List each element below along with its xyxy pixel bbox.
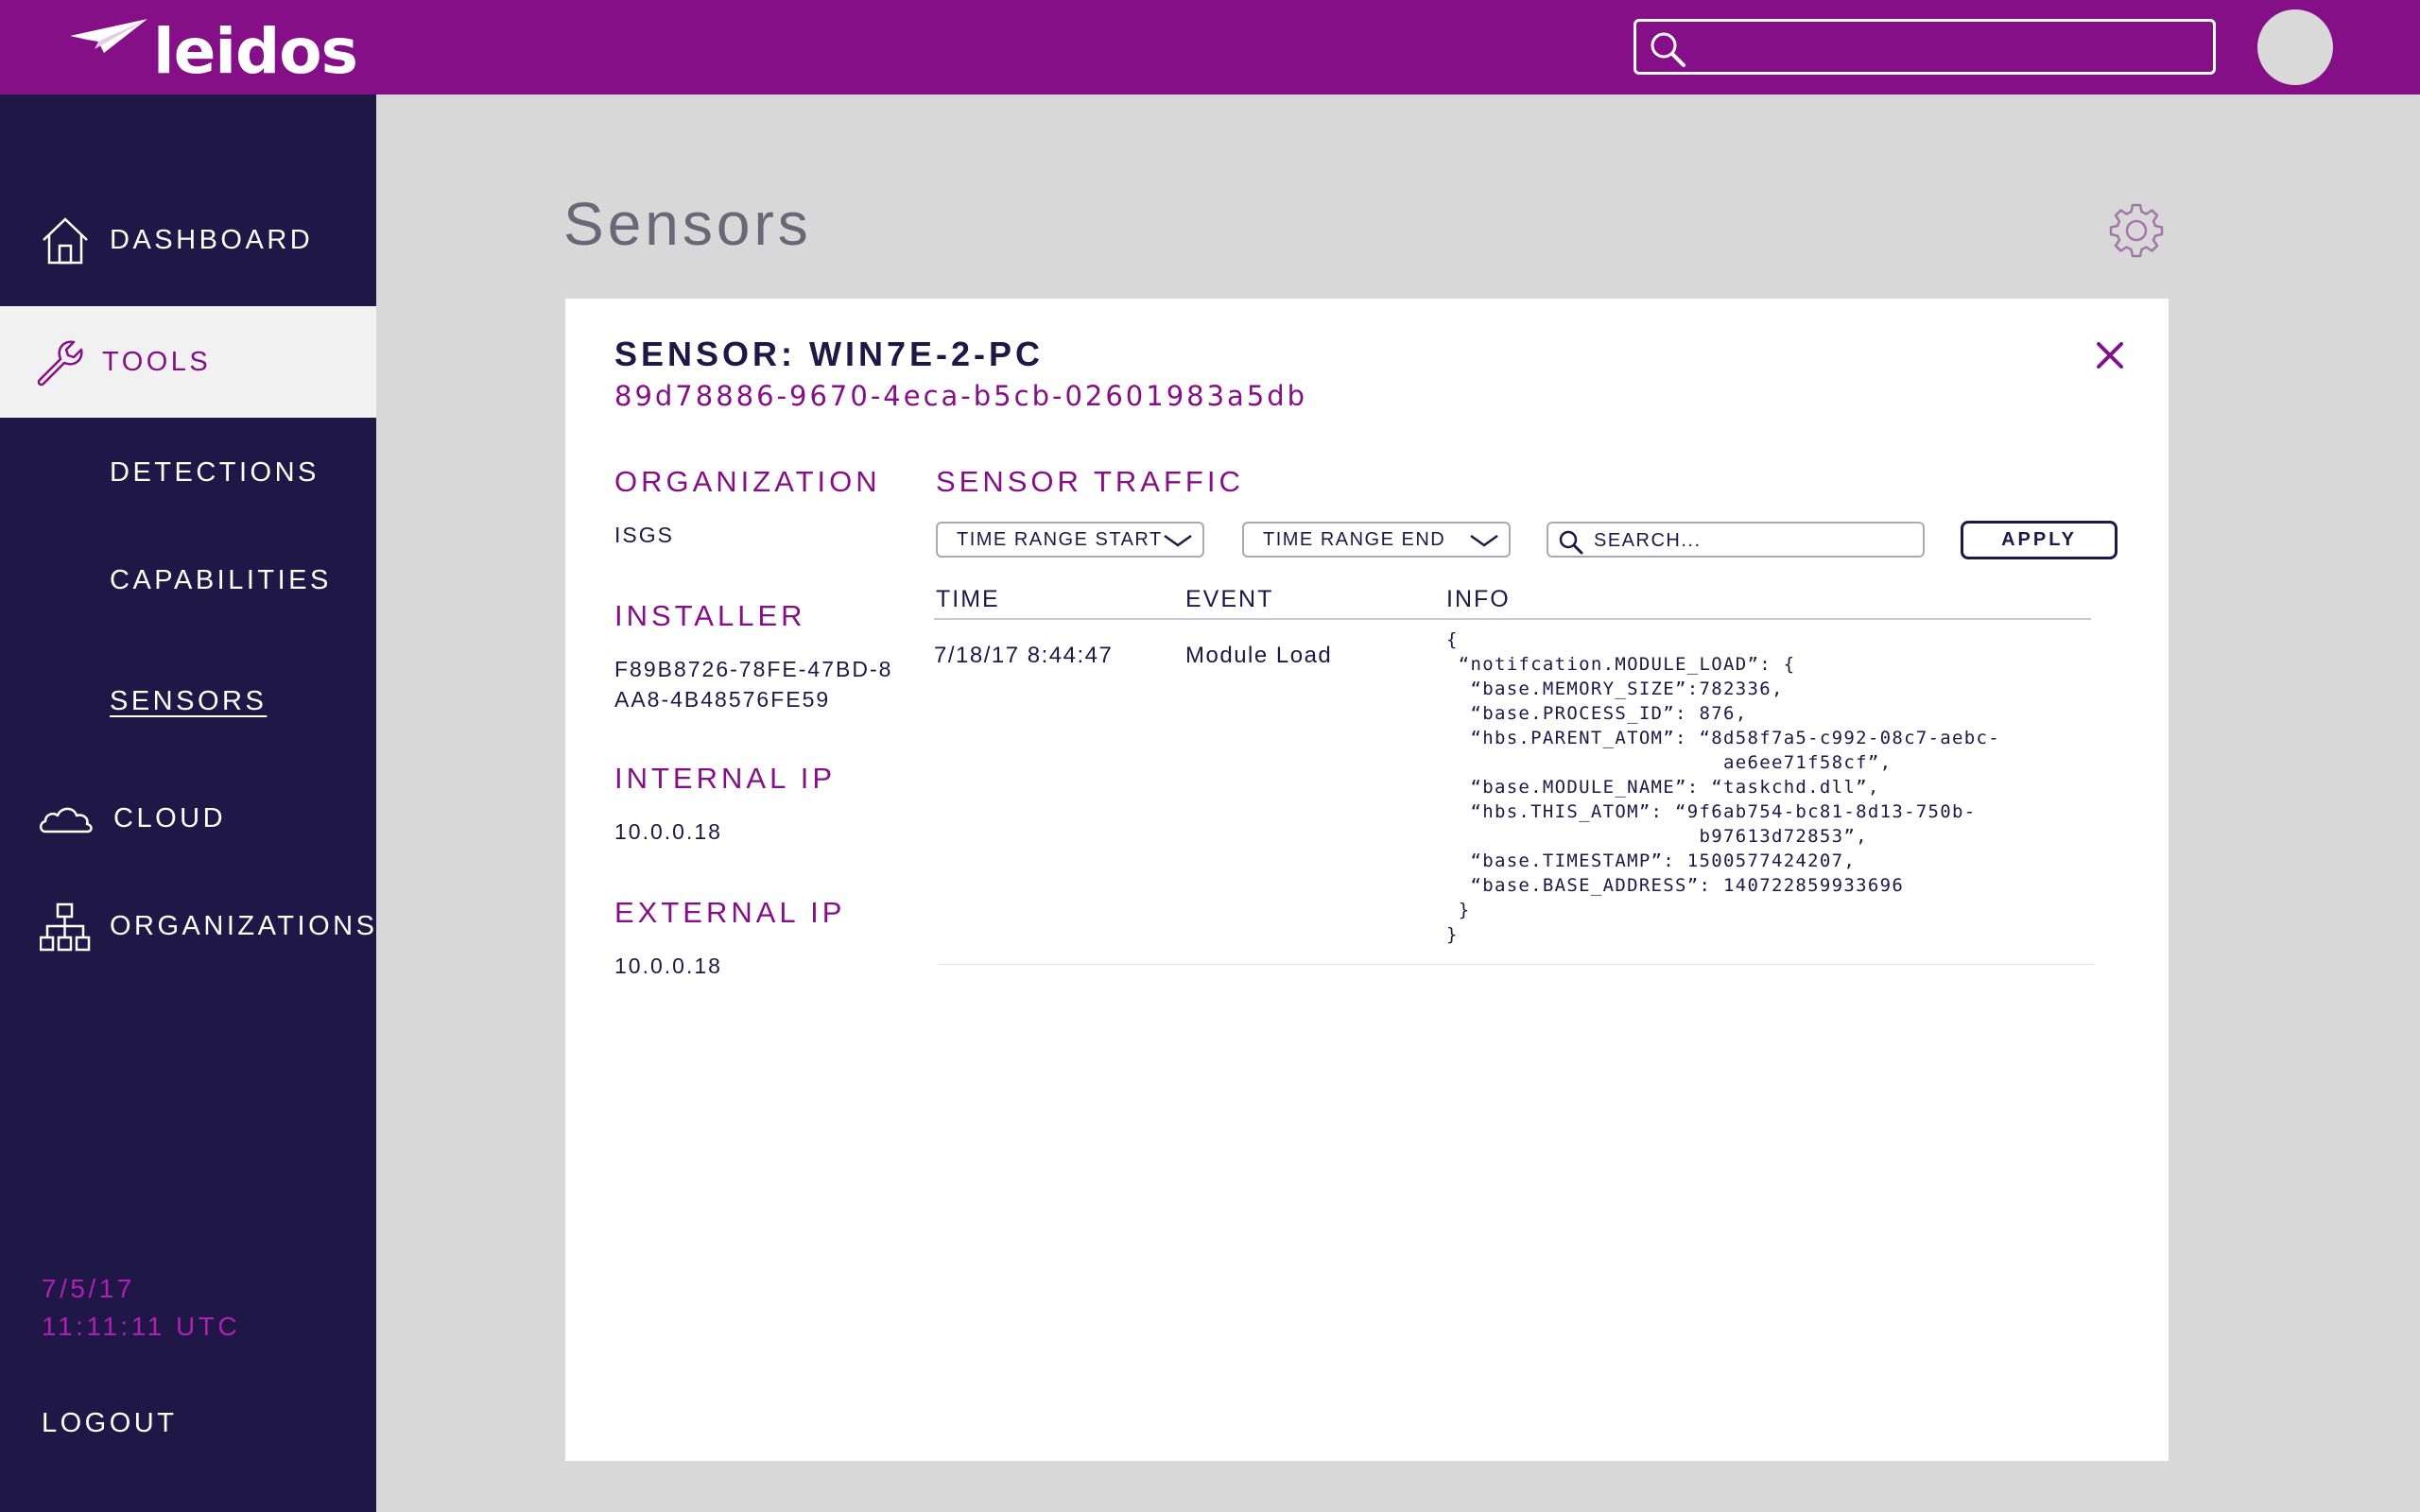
sidebar-item-cloud[interactable]: CLOUD [0,781,376,856]
sidebar-item-label: CLOUD [113,802,227,833]
sensor-title: SENSOR: WIN7E-2-PC [614,335,1045,373]
org-chart-icon [40,902,91,952]
installer-label: INSTALLER [614,599,806,632]
traffic-search-input[interactable] [1594,527,1915,554]
installer-value-line: F89B8726-78FE-47BD-8 [614,657,893,681]
organization-value: ISGS [614,523,674,547]
row-info-json: { “notifcation.MODULE_LOAD”: { “base.MEM… [1446,629,2000,945]
home-icon [43,217,88,265]
header-divider [934,618,2091,620]
sidebar-item-sensors[interactable]: SENSORS [110,686,267,717]
global-search-input[interactable] [1697,27,2198,67]
external-ip-value: 10.0.0.18 [614,954,722,978]
chevron-down-icon [1470,534,1498,547]
cloud-icon [39,807,93,833]
search-icon [1651,32,1685,67]
paper-plane-icon [70,19,147,53]
gear-icon[interactable] [2108,202,2165,259]
sidebar-item-label: TOOLS [102,346,212,377]
logout-link[interactable]: LOGOUT [42,1408,177,1439]
installer-value-line: AA8-4B48576FE59 [614,687,831,712]
clock-time: 11:11:11 UTC [42,1312,241,1341]
column-header-info[interactable]: INFO [1446,586,1511,613]
sidebar-item-dashboard[interactable]: DASHBOARD [0,202,376,278]
sidebar-item-organizations[interactable]: ORGANIZATIONS [0,888,376,964]
clock: 7/5/17 11:11:11 UTC [42,1270,240,1346]
sidebar-item-detections[interactable]: DETECTIONS [110,457,320,489]
external-ip-label: EXTERNAL IP [614,896,846,929]
row-event: Module Load [1185,643,1333,668]
brand-name: leidos [153,15,358,88]
sidebar-item-label: DASHBOARD [110,224,314,255]
time-range-start-dropdown[interactable]: TIME RANGE START [936,522,1204,558]
sidebar-item-capabilities[interactable]: CAPABILITIES [110,565,332,596]
sidebar: DASHBOARD TOOLS DETECTIONS CAPABILITIES … [0,94,376,1512]
sidebar-item-label: ORGANIZATIONS [110,910,378,941]
time-range-end-dropdown[interactable]: TIME RANGE END [1242,522,1511,558]
wrench-icon [37,340,83,387]
clock-date: 7/5/17 [42,1274,135,1303]
traffic-search[interactable] [1547,522,1925,558]
sensor-traffic-title: SENSOR TRAFFIC [936,465,1244,498]
column-header-event[interactable]: EVENT [1185,586,1273,613]
dropdown-label: TIME RANGE END [1263,528,1446,550]
sensor-detail-card: SENSOR: WIN7E-2-PC 89d78886-9670-4eca-b5… [565,299,2169,1461]
internal-ip-label: INTERNAL IP [614,762,837,795]
sidebar-item-tools[interactable]: TOOLS [0,306,376,418]
organization-label: ORGANIZATION [614,465,881,498]
top-bar: leidos [0,0,2420,94]
chevron-down-icon [1164,534,1192,547]
page-title: Sensors [563,190,812,258]
close-icon[interactable] [2093,338,2127,372]
dropdown-label: TIME RANGE START [957,528,1163,550]
internal-ip-value: 10.0.0.18 [614,819,722,844]
search-icon [1559,530,1583,555]
row-divider [938,964,2095,965]
apply-button[interactable]: APPLY [1961,521,2118,559]
avatar[interactable] [2257,9,2333,85]
installer-value: F89B8726-78FE-47BD-8 AA8-4B48576FE59 [614,654,892,714]
global-search[interactable] [1634,19,2216,75]
column-header-time[interactable]: TIME [936,586,1000,613]
sensor-id: 89d78886-9670-4eca-b5cb-02601983a5db [614,380,1308,412]
row-time: 7/18/17 8:44:47 [934,643,1114,668]
